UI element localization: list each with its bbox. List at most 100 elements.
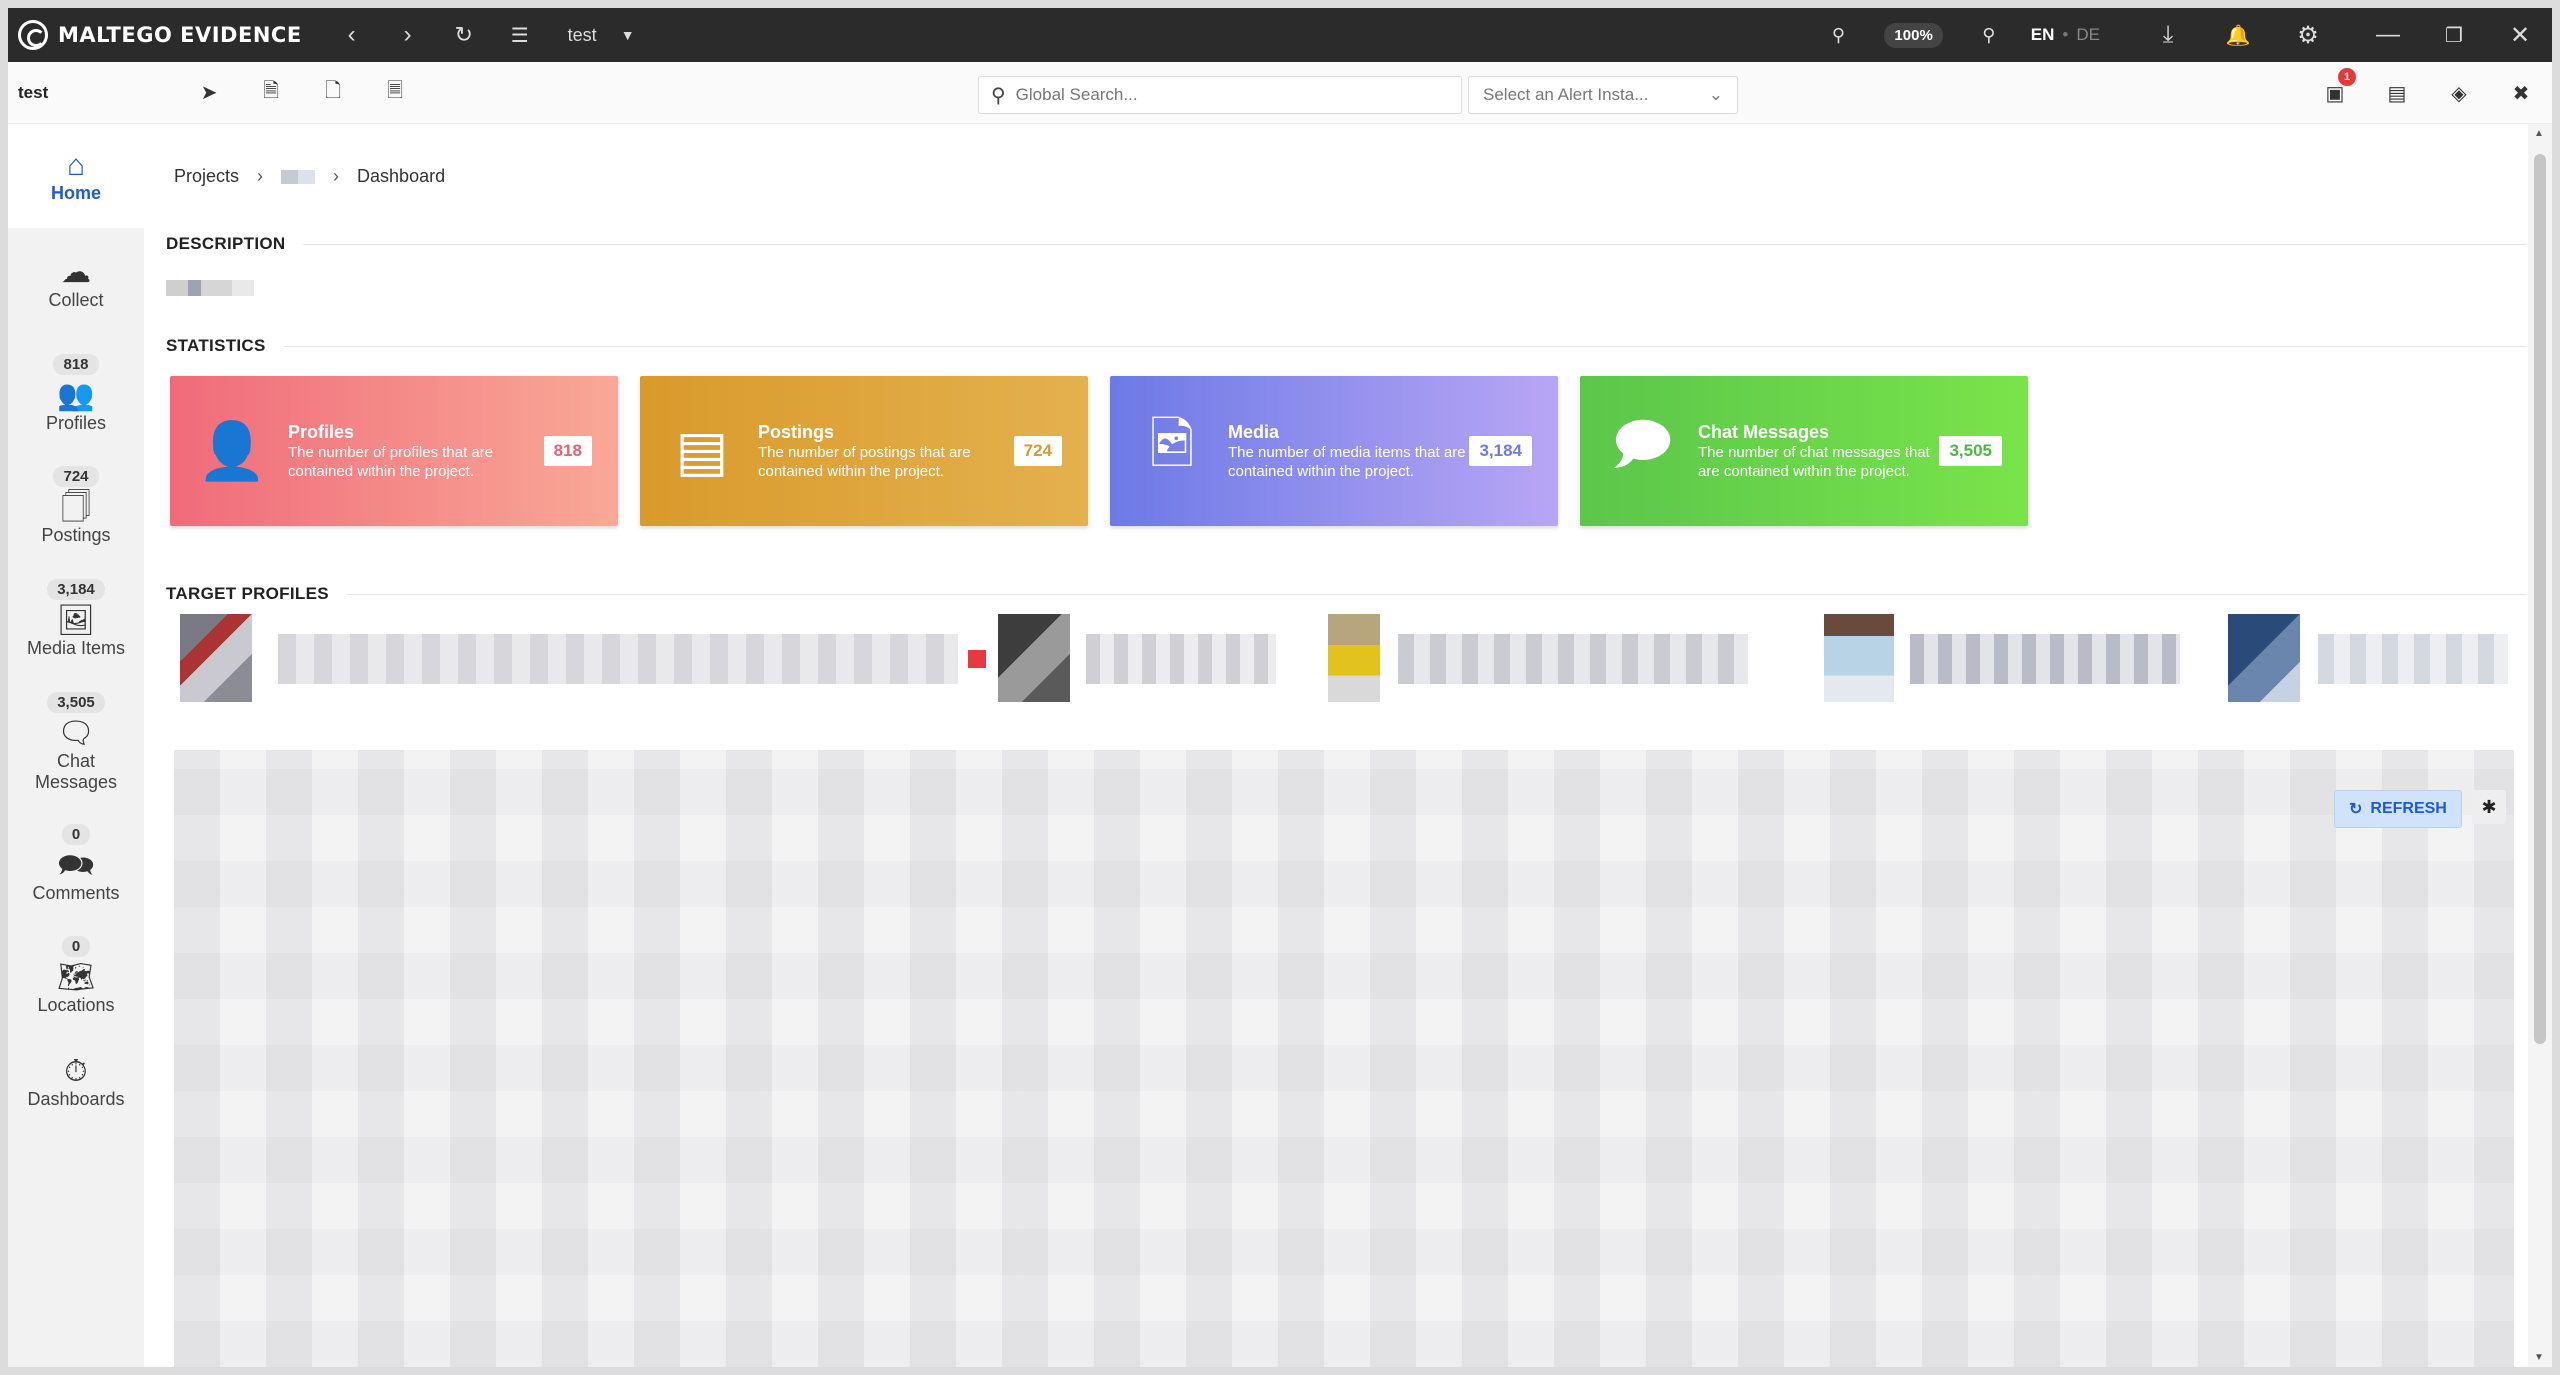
notification-badge: 1 bbox=[2338, 68, 2356, 86]
status-marker bbox=[968, 650, 986, 668]
info-icon[interactable]: ✱ bbox=[2472, 790, 2506, 824]
chat-icon: 🗨 bbox=[56, 716, 96, 750]
global-search[interactable]: ⚲ bbox=[978, 76, 1462, 114]
count-badge: 0 bbox=[61, 824, 91, 845]
target-profile-card[interactable] bbox=[1824, 614, 2204, 704]
scroll-down-icon[interactable]: ▼ bbox=[2534, 1352, 2544, 1363]
lang-en[interactable]: EN bbox=[2031, 25, 2055, 44]
comments-icon: 🗪 bbox=[57, 849, 95, 882]
language-switch[interactable]: EN • DE bbox=[2031, 25, 2100, 45]
target-profiles-heading: TARGET PROFILES bbox=[166, 584, 2526, 604]
minimize-button[interactable]: — bbox=[2360, 8, 2416, 62]
count-badge: 3,505 bbox=[47, 691, 105, 713]
target-profile-card[interactable] bbox=[168, 614, 988, 704]
stat-title: Media bbox=[1228, 421, 1280, 442]
breadcrumb-separator: › bbox=[257, 166, 264, 186]
profile-name-redacted bbox=[1910, 634, 2180, 684]
breadcrumb-separator: › bbox=[333, 166, 340, 186]
target-profile-card[interactable] bbox=[2228, 614, 2528, 704]
project-toolbar: test ➤ 🗎 🗋 🗏 ⚲ Select an Alert Insta... … bbox=[8, 62, 2552, 124]
stat-card-media[interactable]: 🖻 Media The number of media items that a… bbox=[1110, 376, 1558, 526]
sidebar-item-postings[interactable]: 724 🗍 Postings bbox=[8, 450, 144, 562]
stat-card-profiles[interactable]: 👤 Profiles The number of profiles that a… bbox=[170, 376, 618, 526]
breadcrumb-dashboard: Dashboard bbox=[357, 166, 446, 186]
sidebar-item-collect[interactable]: ☁ Collect bbox=[8, 228, 144, 338]
stat-title: Chat Messages bbox=[1698, 421, 1830, 442]
sidebar-item-dashboards[interactable]: ⏱ Dashboards bbox=[8, 1032, 144, 1132]
sidebar-item-label: Media Items bbox=[26, 638, 126, 658]
description-heading: DESCRIPTION bbox=[166, 234, 2526, 254]
dashboard-panel: ↻ REFRESH ✱ bbox=[174, 750, 2514, 1367]
reload-button[interactable]: ↻ bbox=[436, 8, 492, 62]
export-icon[interactable]: 🗏 bbox=[364, 62, 426, 124]
project-dropdown[interactable]: test ▼ bbox=[568, 25, 635, 46]
target-profile-card[interactable] bbox=[998, 614, 1318, 704]
sidebar-item-chat[interactable]: 3,505 🗨 Chat Messages bbox=[8, 676, 144, 808]
images-icon: 🖼 bbox=[56, 604, 96, 637]
profile-card-icon: 👤 bbox=[197, 419, 267, 482]
cloud-download-icon: ☁ bbox=[61, 255, 91, 289]
download-icon[interactable]: ⤓ bbox=[2140, 8, 2196, 62]
statistics-cards: 👤 Profiles The number of profiles that a… bbox=[170, 376, 2028, 526]
profile-name-redacted bbox=[2318, 634, 2508, 684]
bell-icon[interactable]: 🔔 bbox=[2210, 8, 2266, 62]
tag-icon[interactable]: ◈ bbox=[2428, 62, 2490, 124]
zoom-level: 100% bbox=[1884, 22, 1943, 48]
stat-card-chat[interactable]: 🗩 Chat Messages The number of chat messa… bbox=[1580, 376, 2028, 526]
breadcrumb-project-redacted[interactable] bbox=[281, 169, 316, 184]
forward-button[interactable]: › bbox=[380, 8, 436, 62]
stat-value: 3,505 bbox=[1939, 436, 2002, 466]
stat-card-postings[interactable]: ▤ Postings The number of postings that a… bbox=[640, 376, 1088, 526]
layers-icon[interactable]: ▤ bbox=[2366, 62, 2428, 124]
zoom-out-icon[interactable]: ⚲ bbox=[1810, 8, 1866, 62]
lang-de[interactable]: DE bbox=[2076, 25, 2100, 44]
sidebar-item-home[interactable]: ⌂ Home bbox=[8, 124, 144, 228]
sidebar-item-comments[interactable]: 0 🗪 Comments bbox=[8, 808, 144, 920]
face-scan-icon[interactable]: ▣ 1 bbox=[2304, 62, 2366, 124]
zoom-in-icon[interactable]: ⚲ bbox=[1961, 8, 2017, 62]
navigate-icon[interactable]: ➤ bbox=[178, 62, 240, 124]
scroll-up-icon[interactable]: ▲ bbox=[2534, 128, 2544, 139]
sidebar-item-profiles[interactable]: 818 👥 Profiles bbox=[8, 338, 144, 450]
brand: MALTEGO EVIDENCE bbox=[8, 8, 302, 62]
profile-name-redacted bbox=[278, 634, 958, 684]
project-dropdown-label: test bbox=[567, 24, 597, 45]
project-label: test bbox=[18, 82, 49, 102]
back-button[interactable]: ‹ bbox=[324, 8, 380, 62]
target-profiles-list bbox=[168, 614, 2528, 704]
tools-icon[interactable]: ✖ bbox=[2490, 62, 2552, 124]
alert-select-placeholder: Select an Alert Insta... bbox=[1483, 85, 1649, 104]
dashboard-content-redacted bbox=[174, 750, 2514, 1367]
sidebar-item-locations[interactable]: 0 🗺 Locations bbox=[8, 920, 144, 1032]
vertical-scrollbar[interactable]: ▲ ▼ bbox=[2528, 124, 2552, 1367]
refresh-button[interactable]: ↻ REFRESH bbox=[2334, 790, 2462, 828]
import-icon[interactable]: 🗋 bbox=[302, 62, 364, 124]
stat-title: Profiles bbox=[288, 421, 355, 442]
stat-description: The number of media items that are conta… bbox=[1228, 443, 1466, 480]
close-button[interactable]: ✕ bbox=[2492, 8, 2548, 62]
avatar bbox=[180, 614, 252, 702]
toolbar-right: ▣ 1 ▤ ◈ ✖ bbox=[2304, 62, 2552, 124]
search-input[interactable] bbox=[1015, 85, 1436, 105]
restore-button[interactable]: ❐ bbox=[2426, 8, 2482, 62]
stat-title: Postings bbox=[758, 421, 835, 442]
avatar bbox=[998, 614, 1070, 702]
sidebar: ⌂ Home ☁ Collect 818 👥 Profiles 724 🗍 Po… bbox=[8, 124, 144, 1367]
profile-name-redacted bbox=[1398, 634, 1748, 684]
sidebar-item-media[interactable]: 3,184 🖼 Media Items bbox=[8, 562, 144, 676]
list-icon[interactable]: ☰ bbox=[492, 8, 548, 62]
refresh-icon: ↻ bbox=[2349, 801, 2363, 818]
breadcrumb-projects[interactable]: Projects bbox=[174, 166, 239, 187]
stat-value: 724 bbox=[1013, 436, 1062, 466]
breadcrumb: Projects › › Dashboard bbox=[174, 166, 445, 187]
chevron-down-icon: ⌄ bbox=[1708, 85, 1723, 104]
gear-icon[interactable]: ⚙ bbox=[2280, 8, 2336, 62]
sidebar-item-label: Comments bbox=[32, 883, 120, 903]
scrollbar-thumb[interactable] bbox=[2534, 154, 2546, 1044]
export-pdf-icon[interactable]: 🗎 bbox=[240, 62, 302, 124]
sidebar-item-label: Home bbox=[50, 182, 101, 203]
target-profile-card[interactable] bbox=[1328, 614, 1768, 704]
users-icon: 👥 bbox=[57, 379, 95, 412]
alert-instance-select[interactable]: Select an Alert Insta... ⌄ bbox=[1468, 76, 1738, 114]
sidebar-item-label: Dashboards bbox=[27, 1088, 125, 1109]
